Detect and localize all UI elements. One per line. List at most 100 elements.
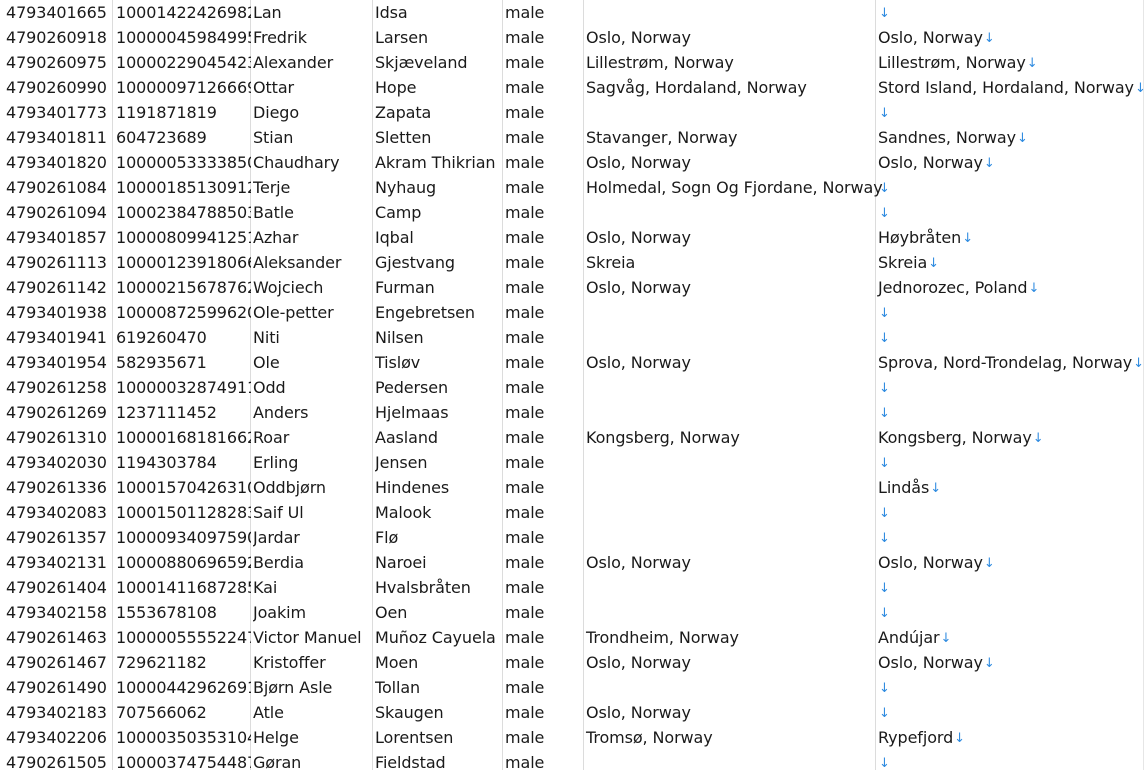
cell-gender: male: [505, 500, 583, 525]
cell-hometown: ↓: [878, 450, 1147, 475]
table-row[interactable]: 4793402131 100008806965929Berdia Naroei mal…: [0, 550, 1147, 575]
table-row[interactable]: 4793401820 100000533338505Chaudhary Akram …: [0, 150, 1147, 175]
cell-text: Naroei: [375, 553, 427, 572]
cell-text: male: [505, 528, 545, 547]
cell-text: male: [505, 503, 545, 522]
cell-text: Oslo, Norway: [586, 653, 691, 672]
table-row[interactable]: 4790260975 100002290454231Alexander Skjæve…: [0, 50, 1147, 75]
table-row[interactable]: 4793401954 582935671 Ole Tisløv male Oslo, No…: [0, 350, 1147, 375]
cell-text: Hvalsbråten: [375, 578, 471, 597]
table-row[interactable]: 4790261269 1237111452 Anders Hjelmaas male ↓: [0, 400, 1147, 425]
cell-text: Kristoffer: [253, 653, 326, 672]
cell-text: 100000533338505: [116, 153, 251, 172]
cell-gender: male: [505, 150, 583, 175]
cell-user-id: 1237111452: [116, 400, 251, 425]
table-row[interactable]: 4790260990 100000971266696Ottar Hope male Sa…: [0, 75, 1147, 100]
cell-text: Flø: [375, 528, 399, 547]
cell-first-name: Kristoffer: [253, 650, 373, 675]
cell-gender: male: [505, 550, 583, 575]
table-row[interactable]: 4793402158 1553678108 Joakim Oen male ↓: [0, 600, 1147, 625]
table-row[interactable]: 4790261357 100009340975904Jardar Flø male ↓: [0, 525, 1147, 550]
cell-text: Andújar: [878, 628, 940, 647]
cell-record-id: 4790261336: [6, 475, 112, 500]
table-row[interactable]: 4793402206 100003503531044Helge Lorentsen m…: [0, 725, 1147, 750]
text-table-view[interactable]: 4793401665100014224269821LanIdsamale↓479…: [0, 0, 1147, 770]
cell-text: Chaudhary: [253, 153, 340, 172]
line-break-arrow-icon: ↓: [1026, 56, 1038, 71]
cell-record-id: 4793401820: [6, 150, 112, 175]
cell-first-name: Stian: [253, 125, 373, 150]
table-row[interactable]: 4790261463 100000555522474Victor Manuel Mu…: [0, 625, 1147, 650]
table-row[interactable]: 4793401665 100014224269821Lan Idsa male ↓: [0, 0, 1147, 25]
cell-record-id: 4793402083: [6, 500, 112, 525]
cell-text: 4790261310: [6, 428, 107, 447]
cell-record-id: 4790261490: [6, 675, 112, 700]
cell-text: Lillestrøm, Norway: [878, 53, 1026, 72]
cell-text: 100004429626912: [116, 678, 251, 697]
cell-text: Oslo, Norway: [586, 153, 691, 172]
cell-text: Rypefjord: [878, 728, 954, 747]
table-row[interactable]: 4790261258 100000328749111Odd Pedersen male…: [0, 375, 1147, 400]
cell-hometown: ↓: [878, 675, 1147, 700]
table-row[interactable]: 4790261094 100023847885032Batle Camp male ↓: [0, 200, 1147, 225]
cell-text: 4790261094: [6, 203, 107, 222]
cell-user-id: 100004429626912: [116, 675, 251, 700]
table-row[interactable]: 4790261084 100001851309120Terje Nyhaug male…: [0, 175, 1147, 200]
table-row[interactable]: 4790261467 729621182 Kristoffer Moen male Osl…: [0, 650, 1147, 675]
cell-text: Sagvåg, Hordaland, Norway: [586, 78, 807, 97]
table-row[interactable]: 4790261310 100001681816621Roar Aasland male…: [0, 425, 1147, 450]
cell-text: Jednorozec, Poland: [878, 278, 1028, 297]
cell-last-name: Skaugen: [375, 700, 502, 725]
table-row[interactable]: 4793401941 619260470 Niti Nilsen male ↓: [0, 325, 1147, 350]
cell-text: male: [505, 728, 545, 747]
cell-text: 707566062: [116, 703, 207, 722]
cell-last-name: Idsa: [375, 0, 502, 25]
table-row[interactable]: 4793401938 100008725996207Ole-petter Engeb…: [0, 300, 1147, 325]
cell-first-name: Terje: [253, 175, 373, 200]
cell-text: male: [505, 353, 545, 372]
cell-last-name: Tisløv: [375, 350, 502, 375]
table-row[interactable]: 4790261490 100004429626912Bjørn Asle Tolla…: [0, 675, 1147, 700]
table-row[interactable]: 4790261505 100003747544879Gøran Fieldstad m…: [0, 750, 1147, 770]
cell-gender: male: [505, 450, 583, 475]
table-row[interactable]: 4790261142 100002156787623Wojciech Furman m…: [0, 275, 1147, 300]
cell-current-city: [586, 0, 875, 25]
cell-gender: male: [505, 675, 583, 700]
table-row[interactable]: 4793402083 100015011282831Saif Ul Malook ma…: [0, 500, 1147, 525]
cell-text: Berdia: [253, 553, 304, 572]
cell-current-city: Oslo, Norway: [586, 225, 875, 250]
cell-text: 100008725996207: [116, 303, 251, 322]
table-row[interactable]: 4790261336 100015704263103Oddbjørn Hindene…: [0, 475, 1147, 500]
cell-text: male: [505, 453, 545, 472]
table-row[interactable]: 4793401811 604723689 Stian Sletten male Stava…: [0, 125, 1147, 150]
table-row[interactable]: 4790260918 100000459849959Fredrik Larsen ma…: [0, 25, 1147, 50]
cell-text: 4793401857: [6, 228, 107, 247]
cell-text: 4793401665: [6, 3, 107, 22]
cell-user-id: 100009340975904: [116, 525, 251, 550]
cell-record-id: 4790261142: [6, 275, 112, 300]
cell-text: Erling: [253, 453, 299, 472]
table-row[interactable]: 4790261113 100001239180660Aleksander Gjest…: [0, 250, 1147, 275]
table-row[interactable]: 4793401857 100008099412512Azhar Iqbal male O…: [0, 225, 1147, 250]
cell-hometown: Lillestrøm, Norway↓: [878, 50, 1147, 75]
cell-gender: male: [505, 275, 583, 300]
cell-text: 619260470: [116, 328, 207, 347]
table-row[interactable]: 4793401773 1191871819 Diego Zapata male ↓: [0, 100, 1147, 125]
table-row[interactable]: 4793402183 707566062 Atle Skaugen male Oslo, …: [0, 700, 1147, 725]
cell-current-city: [586, 375, 875, 400]
cell-text: Camp: [375, 203, 422, 222]
cell-text: male: [505, 153, 545, 172]
cell-hometown: Andújar↓: [878, 625, 1147, 650]
cell-hometown: ↓: [878, 750, 1147, 770]
cell-last-name: Hindenes: [375, 475, 502, 500]
table-row[interactable]: 4790261404 100014116872850Kai Hvalsbråten m…: [0, 575, 1147, 600]
cell-text: Stian: [253, 128, 294, 147]
cell-text: 100003503531044: [116, 728, 251, 747]
cell-text: 4793401811: [6, 128, 107, 147]
cell-text: Moen: [375, 653, 419, 672]
line-break-arrow-icon: ↓: [1134, 81, 1146, 96]
table-row[interactable]: 4793402030 1194303784 Erling Jensen male ↓: [0, 450, 1147, 475]
cell-text: Batle: [253, 203, 294, 222]
cell-text: Stord Island, Hordaland, Norway: [878, 78, 1134, 97]
cell-gender: male: [505, 475, 583, 500]
